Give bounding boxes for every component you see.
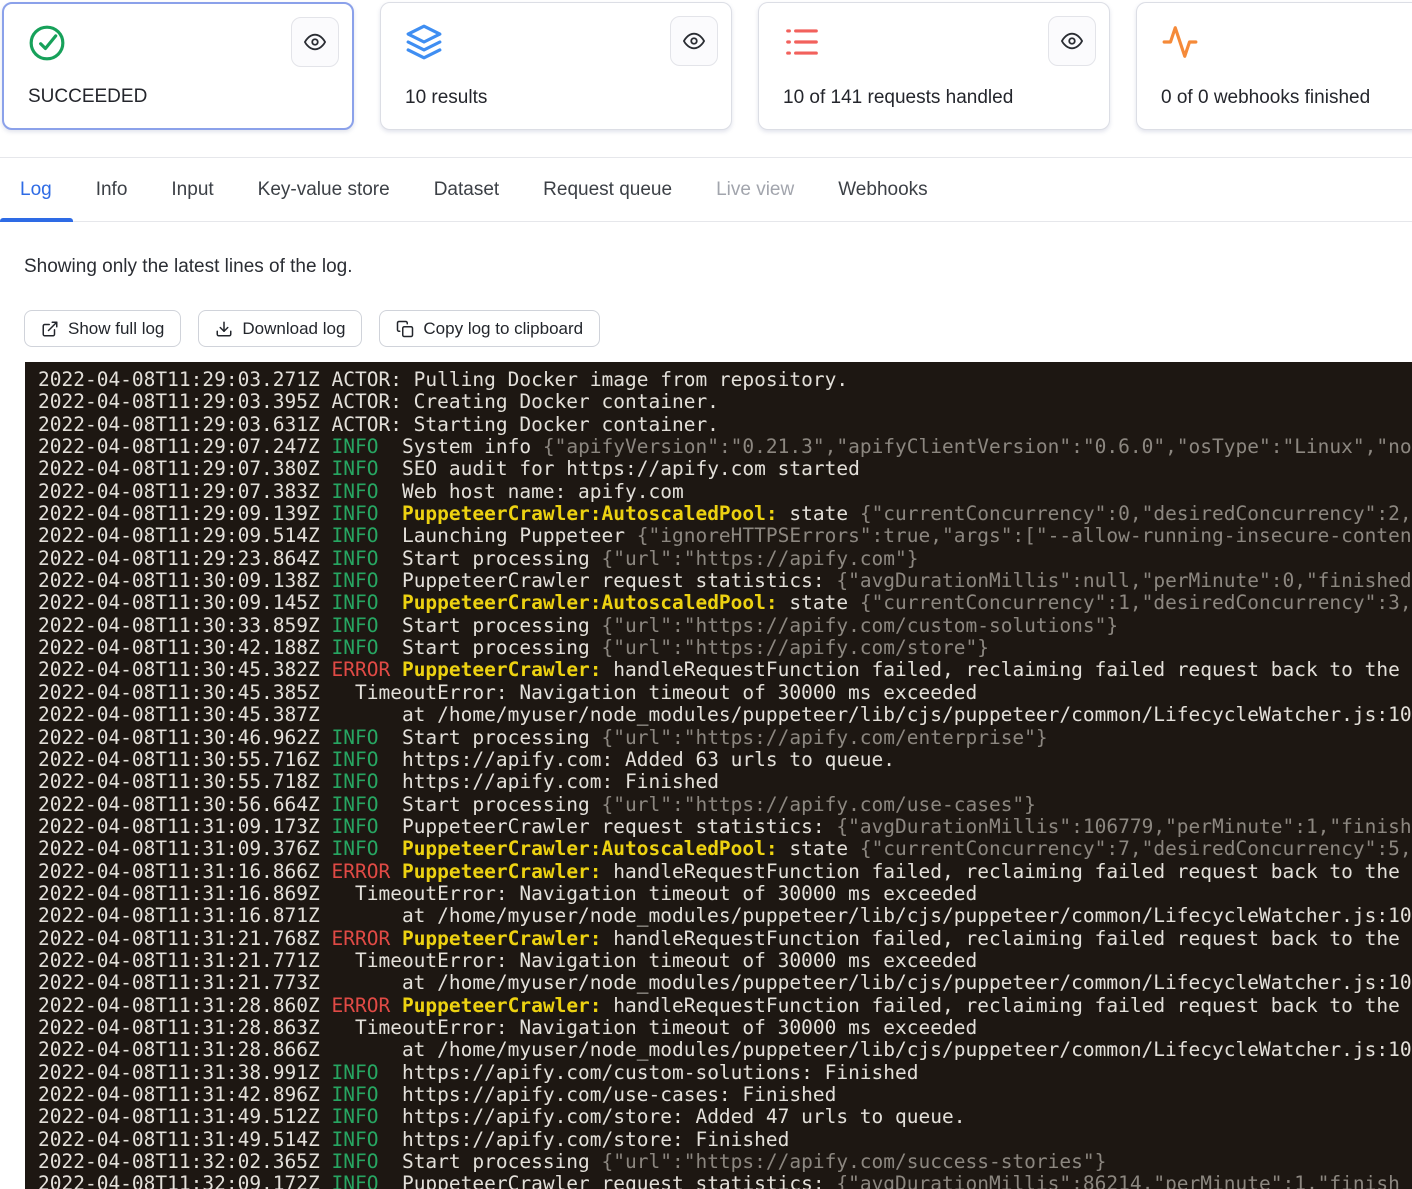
log-line: 2022-04-08T11:31:16.866Z ERROR Puppeteer… xyxy=(38,861,1412,883)
log-actions: Show full log Download log Copy log to cli… xyxy=(24,310,600,347)
run-tabs: Log Info Input Key-value store Dataset Reques… xyxy=(0,157,1412,222)
card-top xyxy=(1161,23,1412,66)
tab-info[interactable]: Info xyxy=(96,158,128,221)
status-card-label: SUCCEEDED xyxy=(28,86,328,108)
external-link-icon xyxy=(41,320,59,338)
log-line: 2022-04-08T11:31:21.771Z TimeoutError: N… xyxy=(38,950,1412,972)
log-line: 2022-04-08T11:31:09.173Z INFO PuppeteerC… xyxy=(38,816,1412,838)
status-card-requests[interactable]: 10 of 141 requests handled xyxy=(758,2,1110,130)
status-card-label: 0 of 0 webhooks finished xyxy=(1161,87,1412,109)
log-line: 2022-04-08T11:29:03.631Z ACTOR: Starting… xyxy=(38,414,1412,436)
log-line: 2022-04-08T11:30:33.859Z INFO Start proc… xyxy=(38,615,1412,637)
list-icon xyxy=(783,23,821,61)
eye-icon xyxy=(304,31,326,53)
log-line: 2022-04-08T11:29:07.383Z INFO Web host n… xyxy=(38,481,1412,503)
log-line: 2022-04-08T11:30:55.716Z INFO https://ap… xyxy=(38,749,1412,771)
download-log-button[interactable]: Download log xyxy=(198,310,362,347)
layers-icon xyxy=(405,23,443,61)
tab-webhooks[interactable]: Webhooks xyxy=(838,158,927,221)
log-console[interactable]: 2022-04-08T11:29:03.271Z ACTOR: Pulling … xyxy=(25,362,1412,1189)
log-line: 2022-04-08T11:31:28.866Z at /home/myuser… xyxy=(38,1039,1412,1061)
tab-dataset[interactable]: Dataset xyxy=(434,158,499,221)
log-line: 2022-04-08T11:29:07.247Z INFO System inf… xyxy=(38,436,1412,458)
eye-icon xyxy=(683,30,705,52)
log-line: 2022-04-08T11:29:09.139Z INFO PuppeteerC… xyxy=(38,503,1412,525)
log-line: 2022-04-08T11:31:09.376Z INFO PuppeteerC… xyxy=(38,838,1412,860)
log-line: 2022-04-08T11:30:09.145Z INFO PuppeteerC… xyxy=(38,592,1412,614)
card-top xyxy=(783,23,1085,66)
eye-button-requests[interactable] xyxy=(1048,16,1096,66)
eye-icon xyxy=(1061,30,1083,52)
download-icon xyxy=(215,320,233,338)
log-line: 2022-04-08T11:31:28.860Z ERROR Puppeteer… xyxy=(38,995,1412,1017)
eye-button-status[interactable] xyxy=(291,17,339,67)
status-cards: SUCCEEDED 10 results 10 of 141 requests ha… xyxy=(2,2,1412,130)
button-label: Show full log xyxy=(68,319,164,339)
status-card-label: 10 of 141 requests handled xyxy=(783,87,1085,109)
log-line: 2022-04-08T11:29:03.271Z ACTOR: Pulling … xyxy=(38,369,1412,391)
button-label: Copy log to clipboard xyxy=(423,319,583,339)
log-line: 2022-04-08T11:31:49.514Z INFO https://ap… xyxy=(38,1129,1412,1151)
button-label: Download log xyxy=(242,319,345,339)
log-line: 2022-04-08T11:30:45.385Z TimeoutError: N… xyxy=(38,682,1412,704)
check-circle-icon xyxy=(28,24,66,62)
log-line: 2022-04-08T11:30:09.138Z INFO PuppeteerC… xyxy=(38,570,1412,592)
log-line: 2022-04-08T11:30:55.718Z INFO https://ap… xyxy=(38,771,1412,793)
log-line: 2022-04-08T11:32:09.172Z INFO PuppeteerC… xyxy=(38,1173,1412,1189)
tab-live-view: Live view xyxy=(716,158,794,221)
log-line: 2022-04-08T11:31:16.869Z TimeoutError: N… xyxy=(38,883,1412,905)
log-line: 2022-04-08T11:30:45.387Z at /home/myuser… xyxy=(38,704,1412,726)
log-line: 2022-04-08T11:31:16.871Z at /home/myuser… xyxy=(38,905,1412,927)
tab-request-queue[interactable]: Request queue xyxy=(543,158,672,221)
pulse-icon xyxy=(1161,23,1199,61)
card-top xyxy=(28,24,328,67)
tab-key-value-store[interactable]: Key-value store xyxy=(258,158,390,221)
log-line: 2022-04-08T11:31:21.773Z at /home/myuser… xyxy=(38,972,1412,994)
log-line: 2022-04-08T11:31:38.991Z INFO https://ap… xyxy=(38,1062,1412,1084)
status-card-label: 10 results xyxy=(405,87,707,109)
log-line: 2022-04-08T11:30:56.664Z INFO Start proc… xyxy=(38,794,1412,816)
tab-input[interactable]: Input xyxy=(171,158,213,221)
log-line: 2022-04-08T11:30:42.188Z INFO Start proc… xyxy=(38,637,1412,659)
log-line: 2022-04-08T11:29:09.514Z INFO Launching … xyxy=(38,525,1412,547)
tab-log[interactable]: Log xyxy=(20,158,52,221)
log-line: 2022-04-08T11:31:42.896Z INFO https://ap… xyxy=(38,1084,1412,1106)
copy-icon xyxy=(396,320,414,338)
log-line: 2022-04-08T11:29:07.380Z INFO SEO audit … xyxy=(38,458,1412,480)
status-card-status[interactable]: SUCCEEDED xyxy=(2,2,354,130)
log-line: 2022-04-08T11:31:21.768Z ERROR Puppeteer… xyxy=(38,928,1412,950)
log-line: 2022-04-08T11:31:28.863Z TimeoutError: N… xyxy=(38,1017,1412,1039)
copy-log-button[interactable]: Copy log to clipboard xyxy=(379,310,600,347)
log-line: 2022-04-08T11:31:49.512Z INFO https://ap… xyxy=(38,1106,1412,1128)
log-line: 2022-04-08T11:32:02.365Z INFO Start proc… xyxy=(38,1151,1412,1173)
log-line: 2022-04-08T11:30:46.962Z INFO Start proc… xyxy=(38,727,1412,749)
show-full-log-button[interactable]: Show full log xyxy=(24,310,181,347)
status-card-webhooks[interactable]: 0 of 0 webhooks finished xyxy=(1136,2,1412,130)
log-line: 2022-04-08T11:30:45.382Z ERROR Puppeteer… xyxy=(38,659,1412,681)
log-notice: Showing only the latest lines of the log… xyxy=(24,256,352,278)
log-line: 2022-04-08T11:29:03.395Z ACTOR: Creating… xyxy=(38,391,1412,413)
status-card-results[interactable]: 10 results xyxy=(380,2,732,130)
log-line: 2022-04-08T11:29:23.864Z INFO Start proc… xyxy=(38,548,1412,570)
eye-button-results[interactable] xyxy=(670,16,718,66)
card-top xyxy=(405,23,707,66)
